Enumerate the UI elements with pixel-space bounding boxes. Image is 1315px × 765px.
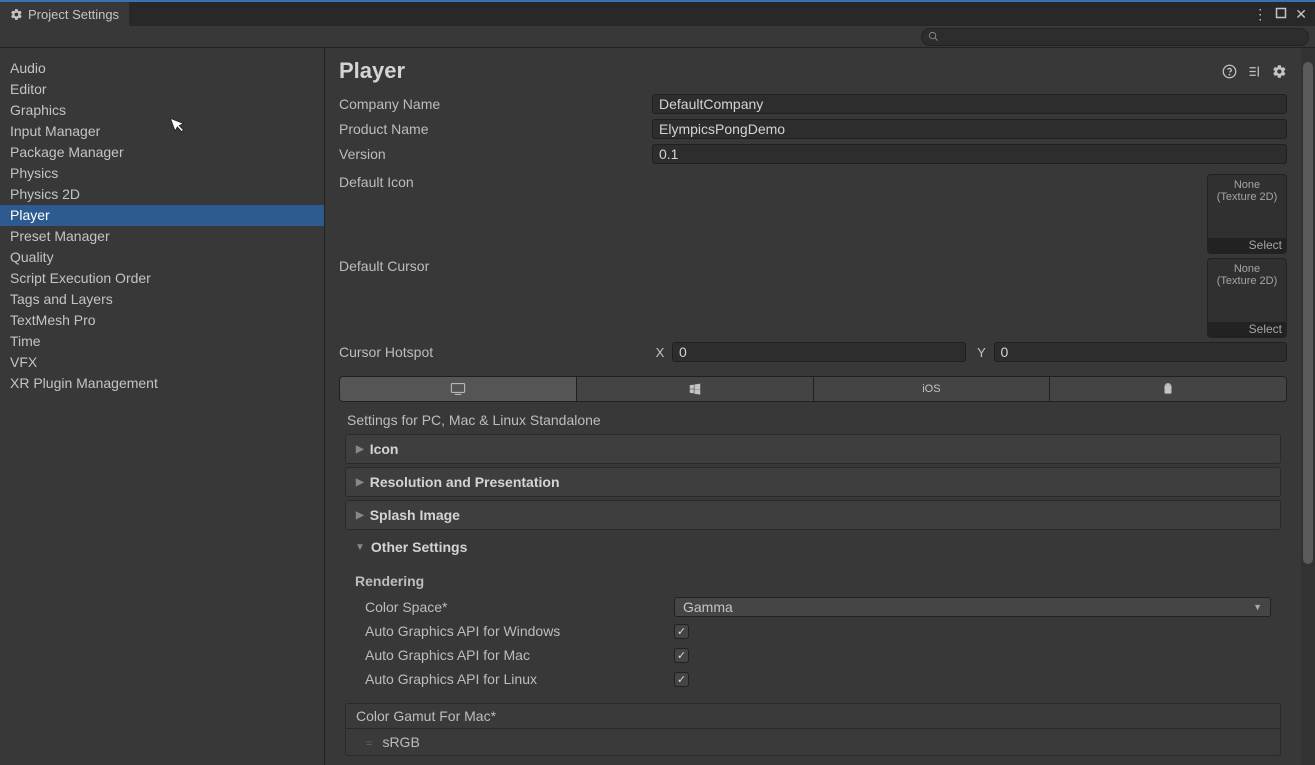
auto-gfx-win-label: Auto Graphics API for Windows	[355, 623, 674, 639]
version-input[interactable]	[652, 144, 1287, 164]
preset-icon[interactable]	[1247, 64, 1262, 79]
foldout-resolution-label: Resolution and Presentation	[370, 474, 560, 490]
sidebar-item-textmesh-pro[interactable]: TextMesh Pro	[0, 310, 324, 331]
cursor-y-input[interactable]	[994, 342, 1288, 362]
texture-select-button[interactable]: Select	[1208, 238, 1286, 253]
gear-icon	[10, 8, 23, 21]
default-icon-slot[interactable]: None (Texture 2D) Select	[1207, 174, 1287, 254]
sidebar-item-player[interactable]: Player	[0, 205, 324, 226]
x-label: X	[654, 345, 666, 360]
foldout-other-label: Other Settings	[371, 539, 467, 555]
search-input[interactable]	[944, 30, 1302, 44]
default-cursor-slot[interactable]: None (Texture 2D) Select	[1207, 258, 1287, 338]
sidebar-item-input-manager[interactable]: Input Manager	[0, 121, 324, 142]
sidebar: AudioEditorGraphicsInput ManagerPackage …	[0, 48, 325, 765]
maximize-icon[interactable]	[1275, 7, 1287, 21]
sidebar-item-physics-2d[interactable]: Physics 2D	[0, 184, 324, 205]
texture-select-button[interactable]: Select	[1208, 322, 1286, 337]
auto-gfx-linux-label: Auto Graphics API for Linux	[355, 671, 674, 687]
search-icon	[928, 31, 939, 42]
window-title: Project Settings	[28, 7, 119, 22]
sidebar-item-vfx[interactable]: VFX	[0, 352, 324, 373]
settings-icon[interactable]	[1272, 64, 1287, 79]
version-label: Version	[339, 146, 652, 162]
sidebar-item-audio[interactable]: Audio	[0, 58, 324, 79]
sidebar-item-physics[interactable]: Physics	[0, 163, 324, 184]
scrollbar-thumb[interactable]	[1303, 62, 1313, 564]
rendering-label: Rendering	[355, 573, 1271, 589]
chevron-right-icon: ▶	[356, 444, 364, 455]
sidebar-item-preset-manager[interactable]: Preset Manager	[0, 226, 324, 247]
foldout-resolution[interactable]: ▶ Resolution and Presentation	[345, 467, 1281, 497]
y-label: Y	[976, 345, 988, 360]
sidebar-item-time[interactable]: Time	[0, 331, 324, 352]
sidebar-item-xr-plugin-management[interactable]: XR Plugin Management	[0, 373, 324, 394]
chevron-down-icon: ▼	[355, 542, 365, 553]
chevron-right-icon: ▶	[356, 477, 364, 488]
vertical-scrollbar[interactable]	[1301, 48, 1315, 765]
platform-tab-windows[interactable]	[577, 377, 814, 401]
product-name-input[interactable]	[652, 119, 1287, 139]
platform-tab-ios[interactable]: iOS	[814, 377, 1051, 401]
auto-gfx-mac-label: Auto Graphics API for Mac	[355, 647, 674, 663]
color-gamut-box: Color Gamut For Mac* sRGB	[345, 703, 1281, 756]
sidebar-item-package-manager[interactable]: Package Manager	[0, 142, 324, 163]
content: Player Company Name	[325, 48, 1301, 765]
color-gamut-title: Color Gamut For Mac*	[346, 704, 1280, 729]
chevron-right-icon: ▶	[356, 510, 364, 521]
platform-tabs: iOS	[339, 376, 1287, 402]
close-icon[interactable]: ✕	[1295, 7, 1307, 21]
product-name-label: Product Name	[339, 121, 652, 137]
help-icon[interactable]	[1222, 64, 1237, 79]
search-row	[0, 26, 1315, 48]
foldout-icon-label: Icon	[370, 441, 399, 457]
auto-gfx-win-checkbox[interactable]: ✓	[674, 624, 689, 639]
page-title: Player	[339, 58, 405, 84]
company-name-input[interactable]	[652, 94, 1287, 114]
foldout-splash[interactable]: ▶ Splash Image	[345, 500, 1281, 530]
foldout-other[interactable]: ▼ Other Settings	[345, 533, 1281, 561]
color-space-label: Color Space*	[355, 599, 674, 615]
auto-gfx-linux-checkbox[interactable]: ✓	[674, 672, 689, 687]
color-space-value: Gamma	[683, 599, 733, 615]
cursor-hotspot-label: Cursor Hotspot	[339, 344, 652, 360]
sidebar-item-editor[interactable]: Editor	[0, 79, 324, 100]
chevron-down-icon: ▼	[1253, 602, 1262, 612]
settings-for-label: Settings for PC, Mac & Linux Standalone	[347, 412, 1287, 428]
titlebar: Project Settings ⋮ ✕	[0, 0, 1315, 26]
default-icon-label: Default Icon	[339, 174, 652, 190]
window-tab[interactable]: Project Settings	[0, 2, 129, 26]
sidebar-item-script-execution-order[interactable]: Script Execution Order	[0, 268, 324, 289]
platform-tab-standalone[interactable]	[340, 377, 577, 401]
sidebar-item-tags-and-layers[interactable]: Tags and Layers	[0, 289, 324, 310]
sidebar-item-graphics[interactable]: Graphics	[0, 100, 324, 121]
kebab-icon[interactable]: ⋮	[1253, 7, 1267, 21]
sidebar-item-quality[interactable]: Quality	[0, 247, 324, 268]
cursor-x-input[interactable]	[672, 342, 966, 362]
texture-none-label: None	[1208, 175, 1286, 191]
foldout-icon[interactable]: ▶ Icon	[345, 434, 1281, 464]
foldout-splash-label: Splash Image	[370, 507, 460, 523]
ios-label: iOS	[922, 383, 940, 395]
default-cursor-label: Default Cursor	[339, 258, 652, 274]
company-name-label: Company Name	[339, 96, 652, 112]
color-gamut-item[interactable]: sRGB	[346, 729, 1280, 755]
texture-type-label: (Texture 2D)	[1208, 275, 1286, 287]
platform-tab-android[interactable]	[1050, 377, 1286, 401]
color-space-dropdown[interactable]: Gamma ▼	[674, 597, 1271, 617]
texture-none-label: None	[1208, 259, 1286, 275]
texture-type-label: (Texture 2D)	[1208, 191, 1286, 203]
search-box[interactable]	[921, 28, 1309, 46]
auto-gfx-mac-checkbox[interactable]: ✓	[674, 648, 689, 663]
